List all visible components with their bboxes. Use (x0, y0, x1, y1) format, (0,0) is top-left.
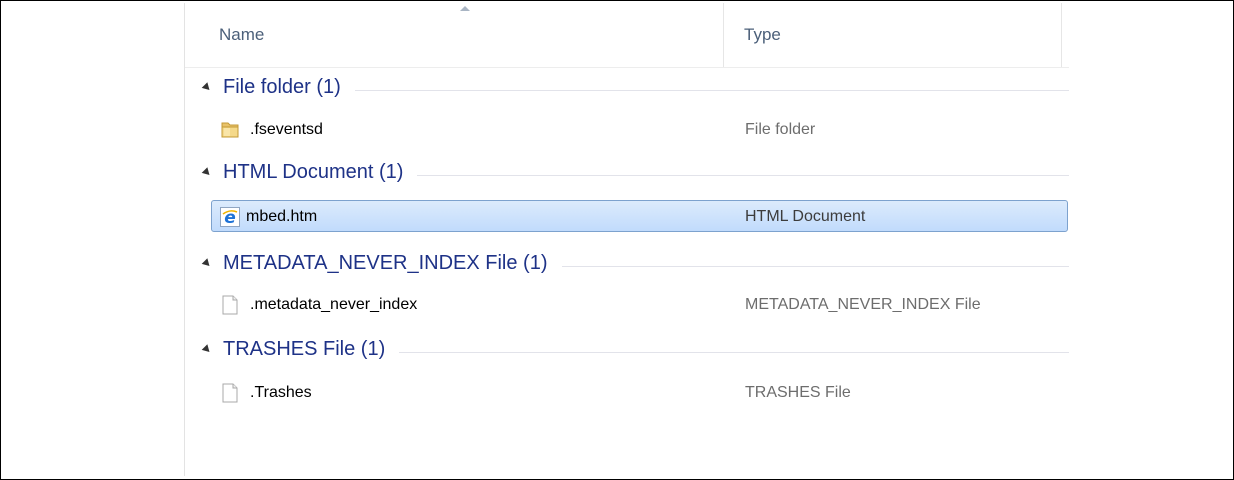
file-type: File folder (745, 121, 816, 138)
column-header-type-label: Type (744, 25, 781, 44)
collapse-triangle-icon[interactable] (201, 167, 213, 178)
group-title: HTML Document (1) (223, 161, 418, 184)
collapse-triangle-icon[interactable] (201, 82, 213, 93)
file-type: METADATA_NEVER_INDEX File (745, 296, 981, 313)
group-header-html-document[interactable]: HTML Document (1) (185, 157, 1069, 191)
group-header-metadata-never-index[interactable]: METADATA_NEVER_INDEX File (1) (185, 248, 1069, 282)
blank-file-icon (220, 383, 240, 403)
column-header-name[interactable]: Name (185, 3, 724, 67)
column-header-bar: Name Type (185, 3, 1069, 68)
file-type: TRASHES File (745, 384, 851, 401)
file-row-trashes[interactable]: .Trashes TRASHES File (211, 376, 1068, 408)
file-type: HTML Document (745, 208, 866, 225)
file-row-metadata-never-index[interactable]: .metadata_never_index METADATA_NEVER_IND… (211, 288, 1068, 320)
group-title: TRASHES File (1) (223, 338, 400, 361)
sort-ascending-icon (460, 6, 470, 11)
group-title: METADATA_NEVER_INDEX File (1) (223, 252, 562, 275)
folder-icon (220, 120, 240, 140)
group-header-file-folder[interactable]: File folder (1) (185, 72, 1069, 106)
blank-file-icon (220, 295, 240, 315)
collapse-triangle-icon[interactable] (201, 344, 213, 355)
file-row-fseventsd[interactable]: .fseventsd File folder (211, 113, 1068, 145)
file-name: .fseventsd (250, 121, 323, 138)
file-name: mbed.htm (246, 208, 318, 225)
group-title: File folder (1) (223, 76, 355, 99)
collapse-triangle-icon[interactable] (201, 258, 213, 269)
internet-explorer-icon: e (220, 207, 240, 228)
file-row-mbed-htm[interactable]: e mbed.htm HTML Document (211, 200, 1068, 232)
file-list-view[interactable]: Name Type File folder (1) .fseventsd Fil… (184, 3, 1069, 476)
column-header-name-label: Name (219, 25, 265, 44)
column-header-type[interactable]: Type (724, 3, 1062, 67)
group-header-trashes-file[interactable]: TRASHES File (1) (185, 334, 1069, 368)
file-name: .Trashes (250, 384, 312, 401)
file-name: .metadata_never_index (250, 296, 418, 313)
